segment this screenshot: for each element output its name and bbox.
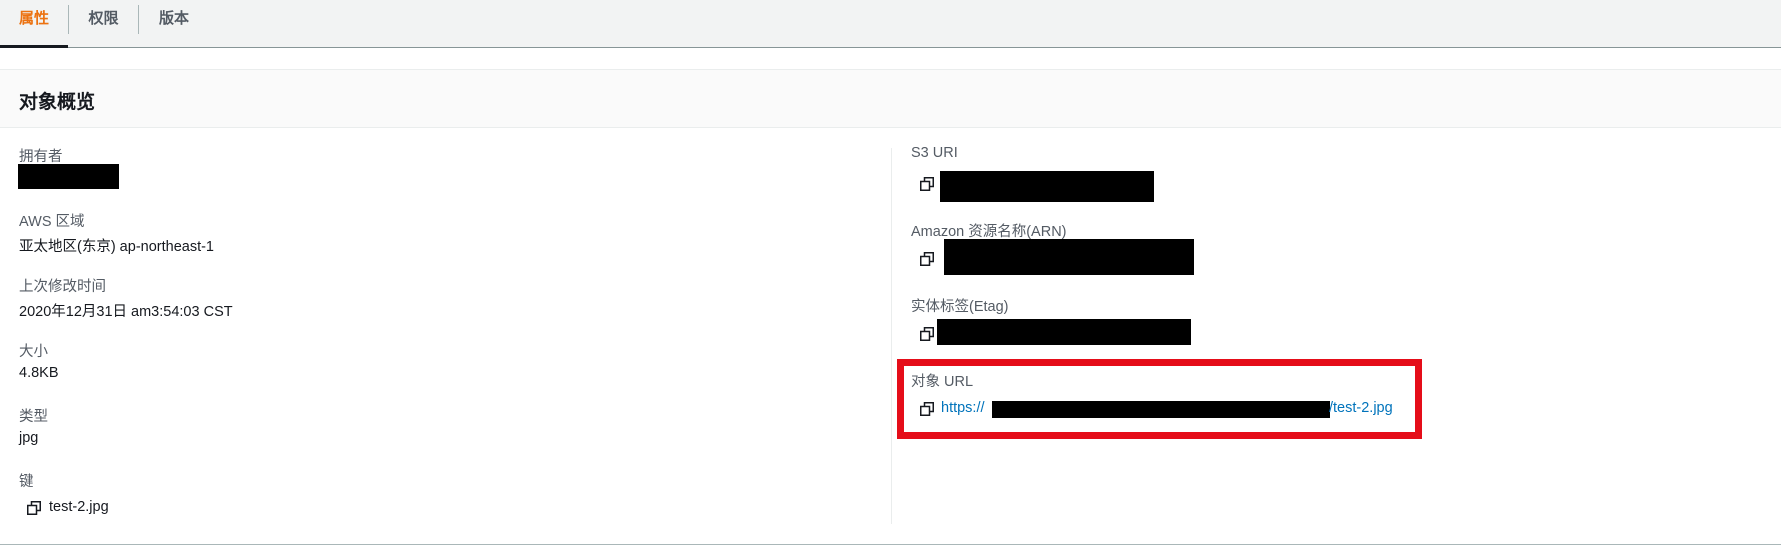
s3-uri-label: S3 URI bbox=[911, 145, 958, 161]
owner-label: 拥有者 bbox=[19, 149, 63, 165]
last-modified-value: 2020年12月31日 am3:54:03 CST bbox=[19, 304, 233, 320]
object-url-link-prefix[interactable]: https:// bbox=[941, 400, 985, 416]
object-url-label: 对象 URL bbox=[911, 374, 974, 390]
object-url-redacted bbox=[992, 401, 1330, 418]
type-value: jpg bbox=[19, 430, 39, 446]
arn-value-redacted bbox=[944, 239, 1194, 275]
object-url-highlight bbox=[897, 359, 1422, 439]
owner-value-redacted bbox=[18, 164, 119, 189]
etag-value-redacted bbox=[937, 319, 1191, 345]
copy-icon[interactable] bbox=[920, 402, 934, 416]
copy-icon[interactable] bbox=[920, 177, 934, 191]
etag-label: 实体标签(Etag) bbox=[911, 299, 1009, 315]
key-value: test-2.jpg bbox=[49, 499, 109, 515]
object-url-link-suffix[interactable]: /test-2.jpg bbox=[1329, 400, 1393, 416]
tab-bar: 属性 权限 版本 bbox=[0, 0, 1781, 48]
arn-label: Amazon 资源名称(ARN) bbox=[911, 224, 1067, 240]
size-value: 4.8KB bbox=[19, 365, 59, 381]
tab-permissions[interactable]: 权限 bbox=[69, 0, 138, 47]
last-modified-label: 上次修改时间 bbox=[19, 279, 106, 295]
size-label: 大小 bbox=[19, 344, 48, 360]
copy-icon[interactable] bbox=[27, 501, 41, 515]
type-label: 类型 bbox=[19, 409, 48, 425]
panel-title: 对象概览 bbox=[19, 92, 96, 113]
tab-versions[interactable]: 版本 bbox=[139, 0, 209, 47]
s3-uri-value-redacted bbox=[940, 171, 1154, 202]
key-label: 键 bbox=[19, 474, 34, 490]
copy-icon[interactable] bbox=[920, 327, 934, 341]
column-divider bbox=[891, 148, 892, 524]
region-value: 亚太地区(东京) ap-northeast-1 bbox=[19, 239, 214, 255]
bottom-border bbox=[0, 544, 1781, 545]
panel-header: 对象概览 bbox=[0, 69, 1781, 128]
region-label: AWS 区域 bbox=[19, 214, 85, 230]
copy-icon[interactable] bbox=[920, 252, 934, 266]
tab-properties[interactable]: 属性 bbox=[0, 0, 68, 48]
